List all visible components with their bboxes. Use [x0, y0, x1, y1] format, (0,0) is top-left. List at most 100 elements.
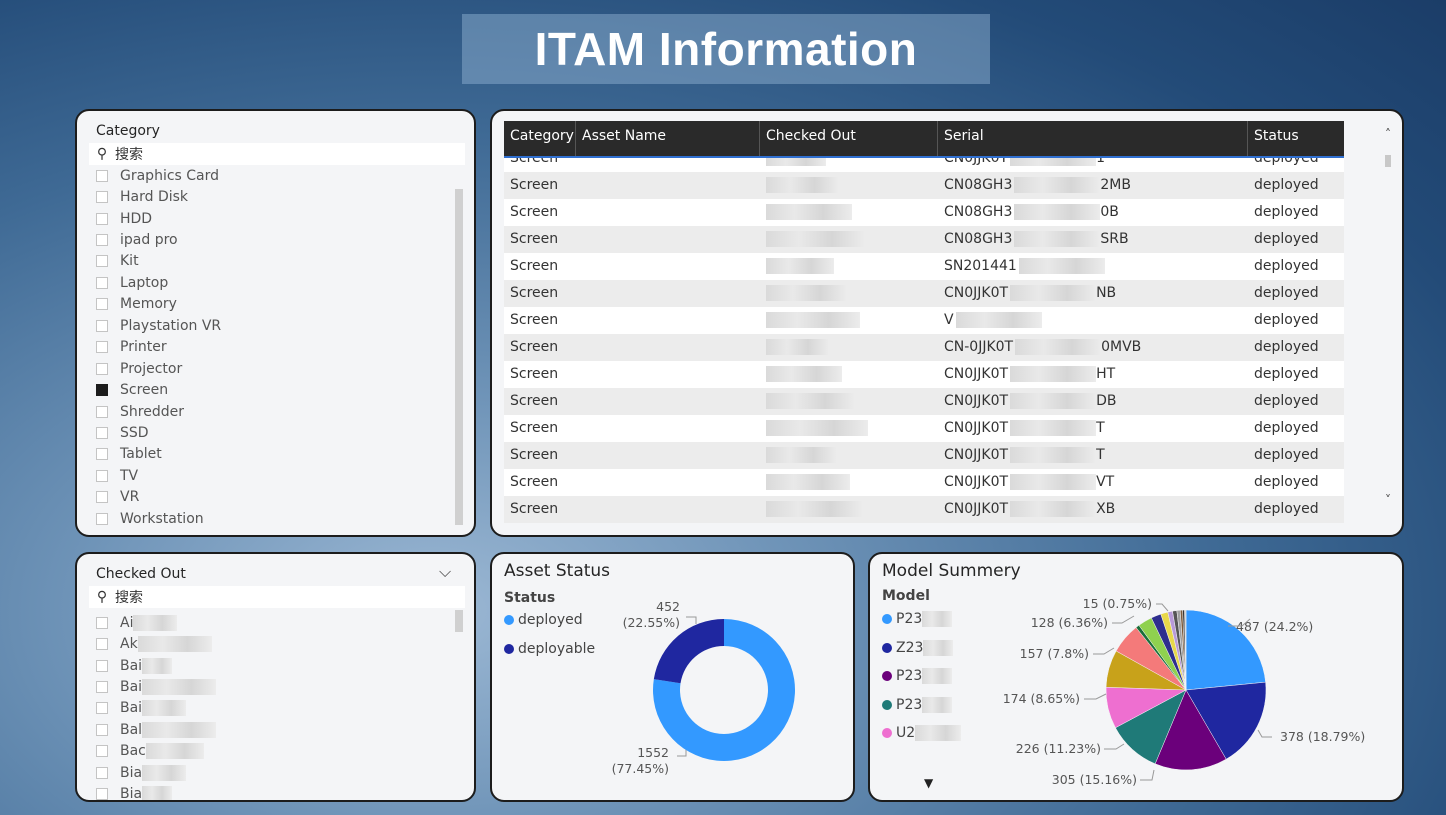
category-option[interactable]: Workstation	[96, 508, 221, 529]
checkbox[interactable]	[96, 469, 108, 482]
table-row[interactable]: Screen CN0JJK0T XB deployed	[504, 496, 1344, 523]
category-option[interactable]: Graphics Card	[96, 165, 221, 186]
checkbox[interactable]	[96, 723, 108, 736]
checkbox[interactable]	[96, 659, 108, 672]
category-option[interactable]: Printer	[96, 337, 221, 358]
checkedout-search-input[interactable]: ⚲ 搜索	[89, 586, 465, 608]
redacted-name	[766, 157, 826, 166]
cell-checked-out	[760, 226, 865, 253]
checkedout-option[interactable]: Bia	[96, 762, 216, 783]
checkedout-scrollbar[interactable]	[455, 610, 463, 632]
table-header: Category Asset Name Checked Out Serial S…	[504, 121, 1344, 157]
cell-checked-out	[760, 172, 839, 199]
category-option[interactable]: Memory	[96, 294, 221, 315]
table-row[interactable]: Screen CN0JJK0T DB deployed	[504, 388, 1344, 415]
cell-status: deployed	[1254, 501, 1319, 517]
checkedout-option[interactable]: Bal	[96, 719, 217, 740]
checkbox[interactable]	[96, 448, 108, 461]
category-option[interactable]: Kit	[96, 251, 221, 272]
category-option[interactable]: Screen	[96, 379, 221, 400]
checkbox[interactable]	[96, 491, 108, 504]
table-row[interactable]: Screen CN08GH3 0B deployed	[504, 199, 1344, 226]
checkbox[interactable]	[96, 191, 108, 204]
checkbox[interactable]	[96, 298, 108, 311]
checkedout-option[interactable]: Bia	[96, 784, 216, 800]
category-option[interactable]: TV	[96, 465, 221, 486]
checkbox[interactable]	[96, 341, 108, 354]
checkbox[interactable]	[96, 276, 108, 289]
cell-checked-out	[760, 280, 847, 307]
redacted-serial	[1010, 157, 1097, 166]
cell-category: Screen	[510, 447, 559, 463]
chevron-down-icon[interactable]: ⌵	[439, 562, 451, 582]
table-row[interactable]: Screen CN0JJK0T Tdeployed	[504, 442, 1344, 469]
table-row[interactable]: Screen SN201441 deployed	[504, 253, 1344, 280]
leader-line	[1156, 603, 1169, 612]
category-option[interactable]: Shredder	[96, 401, 221, 422]
table-scrollbar-thumb[interactable]	[1385, 155, 1391, 167]
checkbox[interactable]	[96, 362, 108, 375]
column-header-serial[interactable]: Serial	[938, 121, 1248, 157]
checkbox[interactable]	[96, 616, 108, 629]
checkedout-search-placeholder: 搜索	[115, 590, 143, 606]
checkedout-option[interactable]: Ai	[96, 612, 216, 633]
checkedout-list: Ai Ak Bai Bai Bai Bal Bac Bia Bia	[96, 612, 217, 800]
checkedout-option[interactable]: Bai	[96, 698, 216, 719]
checkbox[interactable]	[96, 255, 108, 268]
table-row[interactable]: Screen Vdeployed	[504, 307, 1344, 334]
table-row[interactable]: Screen CN08GH3 2MB deployed	[504, 172, 1344, 199]
asset-table-panel: Category Asset Name Checked Out Serial S…	[490, 109, 1404, 537]
asset-status-panel: Asset Status Status deployed deployable …	[490, 552, 855, 802]
table-row[interactable]: Screen CN0JJK0T 1 deployed	[504, 157, 1344, 172]
table-row[interactable]: Screen CN0JJK0T Tdeployed	[504, 415, 1344, 442]
column-header-category[interactable]: Category	[504, 121, 576, 157]
checkbox[interactable]	[96, 169, 108, 182]
category-option[interactable]: Hard Disk	[96, 186, 221, 207]
leader-line	[1093, 647, 1115, 655]
category-option[interactable]: HDD	[96, 208, 221, 229]
category-option[interactable]: VR	[96, 487, 221, 508]
column-header-asset-name[interactable]: Asset Name	[576, 121, 760, 157]
checkbox[interactable]	[96, 638, 108, 651]
scroll-down-icon[interactable]: ˅	[1385, 493, 1391, 507]
checkedout-option[interactable]: Bai	[96, 676, 217, 697]
category-scrollbar[interactable]	[455, 189, 463, 525]
redacted-name	[766, 339, 829, 355]
checkbox[interactable]	[96, 234, 108, 247]
checkbox[interactable]	[96, 745, 108, 758]
category-option[interactable]: Laptop	[96, 272, 221, 293]
checkbox[interactable]	[96, 212, 108, 225]
category-option[interactable]: Projector	[96, 358, 221, 379]
category-option[interactable]: SSD	[96, 422, 221, 443]
cell-category: Screen	[510, 285, 559, 301]
category-option[interactable]: Tablet	[96, 444, 221, 465]
checkbox[interactable]	[96, 405, 108, 418]
table-row[interactable]: Screen CN-0JJK0T 0MVB deployed	[504, 334, 1344, 361]
category-option[interactable]: ipad pro	[96, 229, 221, 250]
checkbox[interactable]	[96, 512, 108, 525]
checkbox[interactable]	[96, 766, 108, 779]
checkbox[interactable]	[96, 319, 108, 332]
checkbox[interactable]	[96, 426, 108, 439]
checkedout-option[interactable]: Bac	[96, 741, 216, 762]
category-search-input[interactable]: ⚲ 搜索	[89, 143, 465, 165]
category-option[interactable]: Playstation VR	[96, 315, 221, 336]
checkedout-option[interactable]: Bai	[96, 655, 216, 676]
checkedout-option[interactable]: Ak	[96, 633, 216, 654]
table-row[interactable]: Screen CN0JJK0T VT deployed	[504, 469, 1344, 496]
column-header-status[interactable]: Status	[1248, 121, 1344, 157]
checkbox[interactable]	[96, 702, 108, 715]
table-row[interactable]: Screen CN0JJK0T NB deployed	[504, 280, 1344, 307]
scroll-up-icon[interactable]: ˄	[1385, 127, 1391, 141]
table-row[interactable]: Screen CN0JJK0T HT deployed	[504, 361, 1344, 388]
checkbox[interactable]	[96, 384, 108, 397]
cell-category: Screen	[510, 177, 559, 193]
cell-status: deployed	[1254, 393, 1319, 409]
serial-prefix: CN0JJK0T	[944, 474, 1009, 490]
column-header-checked-out[interactable]: Checked Out	[760, 121, 938, 157]
checkbox[interactable]	[96, 681, 108, 694]
checkbox[interactable]	[96, 788, 108, 800]
table-row[interactable]: Screen CN08GH3 SRB deployed	[504, 226, 1344, 253]
serial-prefix: CN08GH3	[944, 177, 1013, 193]
redacted-name	[142, 721, 217, 738]
